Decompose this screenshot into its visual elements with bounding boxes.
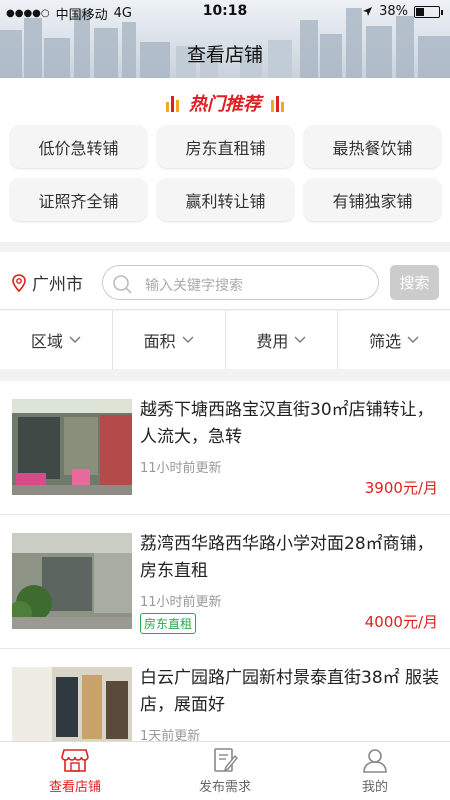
filter-more[interactable]: 筛选	[338, 311, 450, 369]
shop-listing-list: 越秀下塘西路宝汉直街30㎡店铺转让，人流大，急转 11小时前更新 3900元/月…	[0, 381, 450, 741]
search-icon	[113, 275, 132, 294]
chip-exclusive-shops[interactable]: 有铺独家铺	[304, 178, 441, 221]
search-button[interactable]: 搜索	[390, 265, 439, 300]
listing-title: 白云广园路广园新村景泰直街38㎡ 服装店，展面好	[140, 668, 440, 715]
search-input[interactable]: 输入关键字搜索	[102, 265, 379, 300]
battery-percent: 38%	[379, 4, 408, 19]
listing-price: 3900元/月	[364, 479, 438, 497]
user-icon	[363, 749, 387, 773]
chevron-down-icon	[69, 336, 81, 343]
battery-icon	[414, 5, 443, 18]
top-header: ●●●●○ 中国移动 4G 10:18 38% 查看店铺	[0, 0, 450, 78]
filter-label: 筛选	[369, 332, 402, 351]
listing-title: 荔湾西华路西华路小学对面28㎡商铺，房东直租	[140, 534, 434, 581]
chevron-down-icon	[182, 336, 194, 343]
chip-full-licenses[interactable]: 证照齐全铺	[10, 178, 147, 221]
filter-label: 费用	[256, 332, 289, 351]
edit-icon	[214, 748, 238, 772]
list-item[interactable]: 白云广园路广园新村景泰直街38㎡ 服装店，展面好 1天前更新	[0, 649, 450, 741]
tab-view-shops[interactable]: 查看店铺	[0, 742, 150, 800]
tab-label: 发布需求	[198, 780, 251, 795]
tab-label: 查看店铺	[48, 780, 101, 795]
bottom-tab-bar: 查看店铺 发布需求 我的	[0, 741, 450, 800]
filter-bar: 区域 面积 费用 筛选	[0, 311, 450, 369]
search-row: 广州市 输入关键字搜索 搜索	[0, 252, 450, 310]
chevron-down-icon	[294, 336, 306, 343]
search-placeholder: 输入关键字搜索	[145, 278, 243, 294]
listing-update-time: 11小时前更新	[140, 461, 222, 476]
hot-recommendation-section: 热门推荐 低价急转铺 房东直租铺 最热餐饮铺 证照齐全铺 赢利转让铺 有铺独家铺	[0, 78, 450, 242]
filter-area[interactable]: 区域	[0, 311, 113, 369]
shop-photo	[12, 533, 132, 629]
list-item[interactable]: 越秀下塘西路宝汉直街30㎡店铺转让，人流大，急转 11小时前更新 3900元/月	[0, 381, 450, 515]
listing-update-time: 11小时前更新	[140, 595, 222, 610]
location-pin-icon	[12, 274, 26, 292]
filter-cost[interactable]: 费用	[226, 311, 339, 369]
status-bar: ●●●●○ 中国移动 4G 10:18 38%	[0, 0, 450, 24]
filter-label: 区域	[30, 332, 63, 351]
bars-decoration-left-icon	[166, 94, 179, 112]
filter-size[interactable]: 面积	[113, 311, 226, 369]
shop-photo	[12, 667, 132, 741]
hot-recommendation-title: 热门推荐	[189, 94, 261, 115]
city-selector[interactable]: 广州市	[32, 270, 83, 295]
landlord-direct-badge: 房东直租	[140, 613, 197, 634]
location-arrow-icon	[363, 7, 373, 16]
listing-update-time: 1天前更新	[140, 729, 201, 741]
list-item[interactable]: 荔湾西华路西华路小学对面28㎡商铺，房东直租 11小时前更新 房东直租 4000…	[0, 515, 450, 649]
listing-price: 4000元/月	[364, 613, 438, 631]
tab-post-request[interactable]: 发布需求	[150, 742, 300, 800]
page-title: 查看店铺	[186, 44, 263, 66]
filter-label: 面积	[143, 332, 176, 351]
bars-decoration-right-icon	[271, 94, 284, 112]
tab-label: 我的	[361, 780, 388, 795]
chip-landlord-direct-rent[interactable]: 房东直租铺	[157, 125, 294, 168]
store-icon	[61, 749, 89, 772]
chip-profitable-transfer[interactable]: 赢利转让铺	[157, 178, 294, 221]
tab-mine[interactable]: 我的	[300, 742, 450, 800]
chevron-down-icon	[407, 336, 419, 343]
chip-low-price-transfer[interactable]: 低价急转铺	[10, 125, 147, 168]
shop-photo	[12, 399, 132, 495]
listing-title: 越秀下塘西路宝汉直街30㎡店铺转让，人流大，急转	[140, 400, 434, 447]
chip-hottest-restaurant[interactable]: 最热餐饮铺	[304, 125, 441, 168]
